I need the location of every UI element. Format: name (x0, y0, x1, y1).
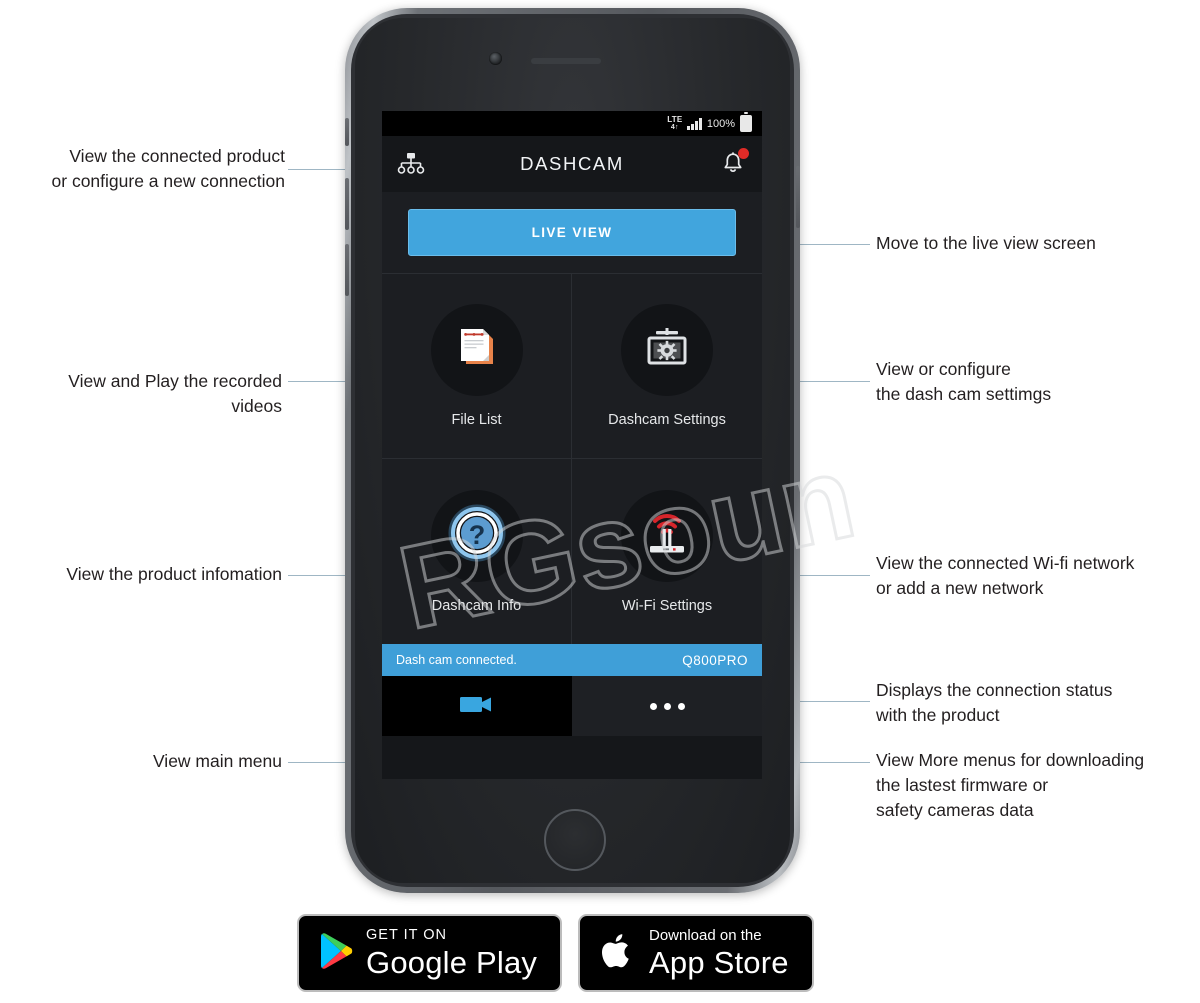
menu-item-dashcam-info[interactable]: ? Dashcam Info (382, 459, 572, 644)
power-button[interactable] (796, 166, 800, 228)
connection-status-text: Dash cam connected. (396, 653, 517, 667)
lte-indicator: LTE 4↑ (667, 115, 683, 132)
google-play-badge[interactable]: GET IT ON Google Play (297, 914, 562, 992)
video-camera-icon (457, 691, 497, 722)
dashcam-info-icon-disc: ? (430, 489, 523, 582)
dashcam-gear-icon (641, 322, 693, 379)
silent-switch[interactable] (345, 118, 349, 146)
svg-text:?: ? (468, 520, 485, 550)
app-store-badge-big: App Store (649, 945, 789, 980)
notification-bell-icon[interactable] (718, 148, 749, 179)
phone-screen: LTE 4↑ 100% DASHCAM LIVE VIEW File List … (382, 111, 762, 779)
volume-down-button[interactable] (345, 244, 349, 296)
battery-percent-label: 100% (706, 117, 735, 130)
app-store-badge-text: Download on the App Store (649, 928, 789, 978)
home-button[interactable] (543, 809, 606, 871)
live-view-button[interactable]: LIVE VIEW (408, 209, 736, 256)
file-list-icon-disc (430, 304, 523, 396)
front-camera-icon (489, 52, 502, 65)
callout-live-view: Move to the live view screen (876, 233, 1096, 253)
lte-sub-label: 4↑ (670, 124, 679, 131)
live-view-section: LIVE VIEW (382, 192, 762, 274)
notification-badge (738, 148, 749, 159)
callout-connection: View the connected product or configure … (51, 146, 285, 191)
wifi-settings-icon-disc (621, 489, 713, 582)
status-bar: LTE 4↑ 100% (382, 111, 762, 136)
product-model-label: Q800PRO (682, 652, 748, 668)
phone-mockup: LTE 4↑ 100% DASHCAM LIVE VIEW File List … (345, 8, 800, 893)
app-bar: DASHCAM (382, 136, 762, 192)
app-store-badge[interactable]: Download on the App Store (578, 914, 814, 992)
apple-logo-icon (600, 930, 636, 977)
nav-more-menu-button[interactable] (572, 676, 762, 736)
dashcam-settings-icon-disc (621, 304, 713, 396)
lte-label: LTE (667, 115, 683, 124)
callout-more-menu: View More menus for downloading the last… (876, 750, 1145, 820)
volume-up-button[interactable] (345, 178, 349, 230)
menu-item-file-list[interactable]: File List (382, 274, 572, 459)
callout-main-menu: View main menu (152, 751, 282, 771)
battery-full-icon (740, 112, 752, 132)
menu-item-dashcam-settings[interactable]: Dashcam Settings (572, 274, 762, 459)
menu-grid: File List Dashcam Settings ? Dashcam Inf… (382, 274, 762, 644)
menu-item-wifi-settings[interactable]: Wi-Fi Settings (572, 459, 762, 644)
bottom-nav (382, 676, 762, 736)
signal-bars-icon (687, 117, 702, 130)
callout-product-info: View the product infomation (66, 564, 282, 584)
status-badge: Dash cam connected. Q800PRO (382, 644, 762, 676)
nav-main-menu-button[interactable] (382, 676, 572, 736)
google-play-badge-big: Google Play (366, 944, 538, 980)
google-play-badge-small: GET IT ON (366, 927, 447, 944)
menu-label-dashcam-info: Dashcam Info (431, 597, 522, 614)
menu-label-file-list: File List (451, 412, 502, 428)
wifi-router-icon (639, 505, 695, 566)
page-title: DASHCAM (520, 153, 624, 174)
menu-label-dashcam-settings: Dashcam Settings (608, 412, 726, 428)
callout-wifi-settings: View the connected Wi-fi network or add … (876, 553, 1135, 598)
google-play-badge-text: GET IT ON Google Play (366, 928, 537, 978)
callout-file-list: View and Play the recorded videos (68, 371, 282, 416)
google-play-icon (319, 932, 353, 975)
menu-label-wifi-settings: Wi-Fi Settings (621, 597, 713, 614)
callout-connection-status: Displays the connection status with the … (876, 680, 1113, 725)
question-mark-icon: ? (448, 504, 506, 567)
documents-icon (452, 323, 502, 378)
app-store-badge-small: Download on the (649, 927, 762, 944)
connection-tree-icon[interactable] (396, 149, 426, 179)
earpiece-speaker (531, 58, 601, 64)
more-dots-icon (649, 702, 685, 710)
callout-dashcam-settings: View or configure the dash cam settimgs (876, 359, 1052, 404)
